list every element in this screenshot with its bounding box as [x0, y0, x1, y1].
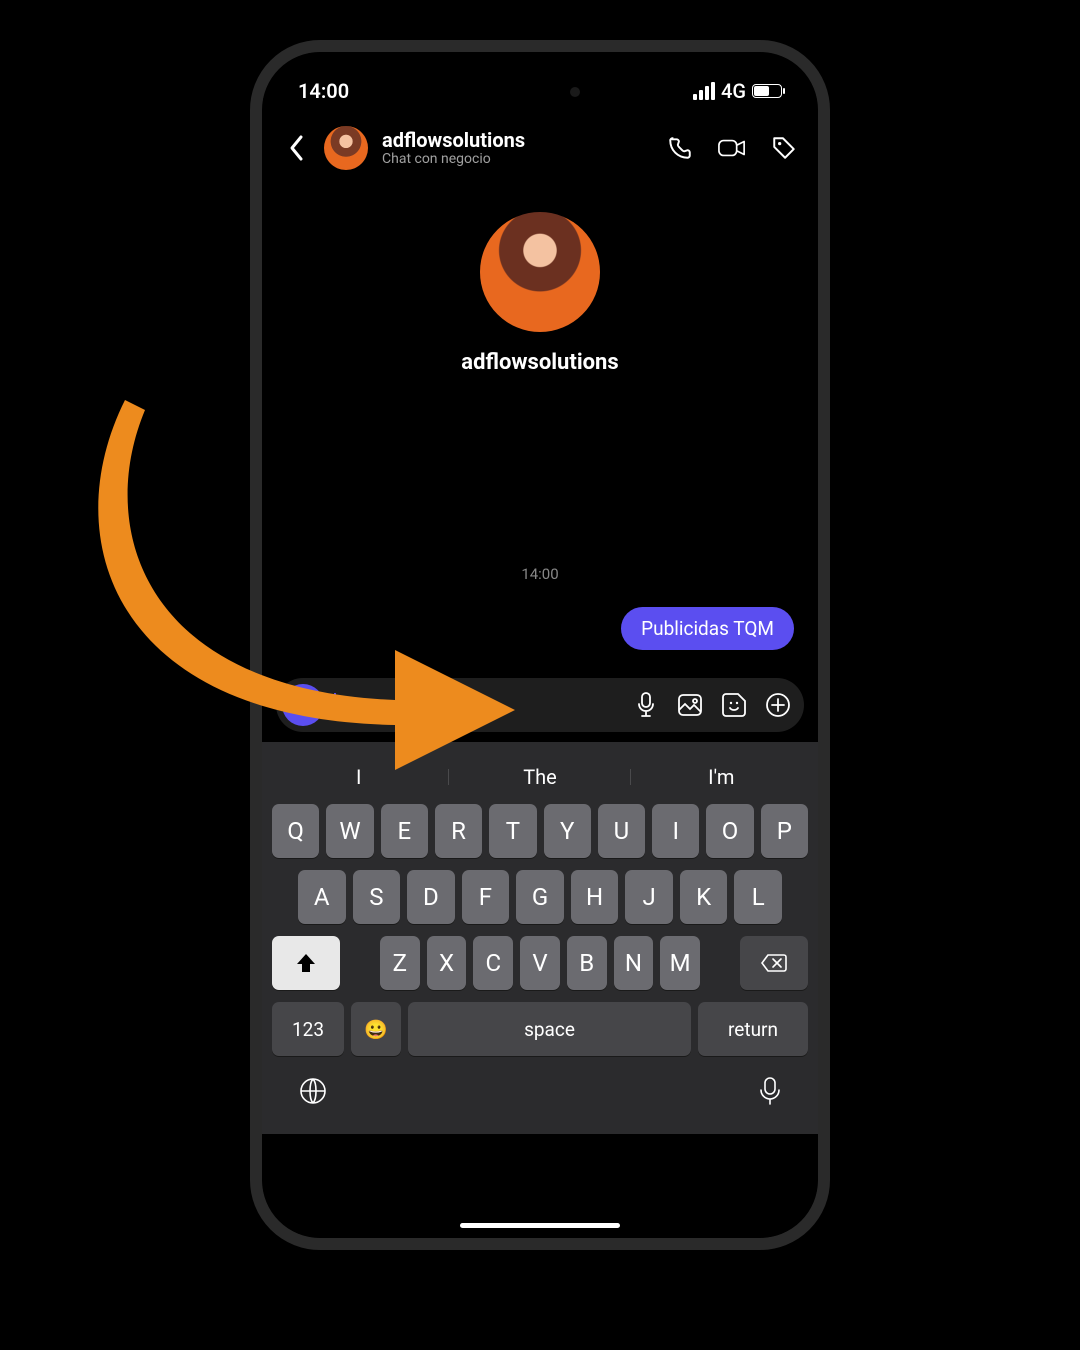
- call-button[interactable]: [666, 134, 694, 162]
- camera-icon: [292, 695, 314, 715]
- avatar-large[interactable]: [480, 212, 600, 332]
- key[interactable]: J: [625, 870, 673, 924]
- key[interactable]: Z: [380, 936, 420, 990]
- message-input[interactable]: Mensaje...: [334, 693, 622, 717]
- avatar-small[interactable]: [324, 126, 368, 170]
- sticker-button[interactable]: [720, 691, 748, 719]
- keyboard-bottom-bar: [268, 1068, 812, 1134]
- key[interactable]: P: [761, 804, 808, 858]
- backspace-icon: [760, 953, 788, 973]
- key[interactable]: R: [435, 804, 482, 858]
- signal-icon: [693, 82, 715, 100]
- message-composer: Mensaje...: [276, 678, 804, 732]
- voice-button[interactable]: [632, 691, 660, 719]
- message-bubble[interactable]: Publicidas TQM: [621, 607, 794, 650]
- status-time: 14:00: [298, 79, 349, 103]
- key[interactable]: O: [706, 804, 753, 858]
- key[interactable]: D: [407, 870, 455, 924]
- key[interactable]: K: [680, 870, 728, 924]
- image-icon: [677, 693, 703, 717]
- globe-icon: [298, 1076, 328, 1106]
- input-placeholder: Mensaje...: [338, 694, 425, 717]
- key[interactable]: W: [326, 804, 373, 858]
- chat-header: adflowsolutions Chat con negocio: [262, 112, 818, 182]
- key[interactable]: T: [489, 804, 536, 858]
- key[interactable]: A: [298, 870, 346, 924]
- chevron-left-icon: [288, 134, 304, 162]
- battery-icon: [752, 84, 782, 98]
- keyboard: I The I'm Q W E R T Y U I O P A S D F: [262, 742, 818, 1134]
- status-right: 4G: [693, 79, 782, 103]
- key[interactable]: E: [381, 804, 428, 858]
- key[interactable]: U: [598, 804, 645, 858]
- chat-title: adflowsolutions: [382, 129, 652, 151]
- space-key[interactable]: space: [408, 1002, 691, 1056]
- timestamp: 14:00: [282, 565, 798, 583]
- screen: 14:00 4G adflowsolutions Chat con negoci…: [262, 52, 818, 1238]
- gallery-button[interactable]: [676, 691, 704, 719]
- suggestion[interactable]: I'm: [631, 765, 812, 789]
- key[interactable]: F: [462, 870, 510, 924]
- key[interactable]: Q: [272, 804, 319, 858]
- key[interactable]: B: [567, 936, 607, 990]
- more-button[interactable]: [764, 691, 792, 719]
- emoji-key[interactable]: 😀: [351, 1002, 401, 1056]
- profile-name: adflowsolutions: [262, 350, 818, 375]
- globe-button[interactable]: [298, 1076, 328, 1106]
- chat-subtitle: Chat con negocio: [382, 151, 652, 167]
- key[interactable]: X: [427, 936, 467, 990]
- suggestion[interactable]: The: [449, 765, 630, 789]
- home-indicator[interactable]: [460, 1223, 620, 1228]
- microphone-icon: [636, 692, 656, 718]
- plus-circle-icon: [765, 692, 791, 718]
- chat-area: 14:00 Publicidas TQM: [262, 385, 818, 660]
- key[interactable]: Y: [544, 804, 591, 858]
- keyboard-row: Z X C V B N M: [268, 936, 812, 990]
- video-call-button[interactable]: [718, 134, 746, 162]
- network-label: 4G: [721, 79, 746, 103]
- header-text[interactable]: adflowsolutions Chat con negocio: [382, 129, 652, 167]
- phone-icon: [667, 135, 693, 161]
- camera-button[interactable]: [282, 684, 324, 726]
- return-key[interactable]: return: [698, 1002, 808, 1056]
- phone-frame: 14:00 4G adflowsolutions Chat con negoci…: [250, 40, 830, 1250]
- key[interactable]: M: [660, 936, 700, 990]
- keyboard-row: 123 😀 space return: [268, 1002, 812, 1056]
- key[interactable]: V: [520, 936, 560, 990]
- dictation-button[interactable]: [758, 1076, 782, 1106]
- key[interactable]: G: [516, 870, 564, 924]
- shift-icon: [295, 952, 317, 974]
- key[interactable]: L: [734, 870, 782, 924]
- tag-icon: [771, 135, 797, 161]
- suggestion-bar: I The I'm: [268, 750, 812, 804]
- key[interactable]: I: [652, 804, 699, 858]
- key[interactable]: C: [473, 936, 513, 990]
- keyboard-row: A S D F G H J K L: [268, 870, 812, 924]
- profile-section: adflowsolutions: [262, 182, 818, 385]
- back-button[interactable]: [282, 134, 310, 162]
- shift-key[interactable]: [272, 936, 340, 990]
- backspace-key[interactable]: [740, 936, 808, 990]
- sticker-icon: [721, 692, 747, 718]
- text-cursor: [334, 693, 336, 717]
- key[interactable]: N: [614, 936, 654, 990]
- numbers-key[interactable]: 123: [272, 1002, 344, 1056]
- keyboard-row: Q W E R T Y U I O P: [268, 804, 812, 858]
- video-icon: [718, 137, 746, 159]
- key[interactable]: H: [571, 870, 619, 924]
- microphone-icon: [758, 1076, 782, 1106]
- key[interactable]: S: [353, 870, 401, 924]
- dynamic-island: [465, 74, 615, 110]
- tag-button[interactable]: [770, 134, 798, 162]
- suggestion[interactable]: I: [268, 765, 449, 789]
- outgoing-message-row: Publicidas TQM: [282, 607, 798, 650]
